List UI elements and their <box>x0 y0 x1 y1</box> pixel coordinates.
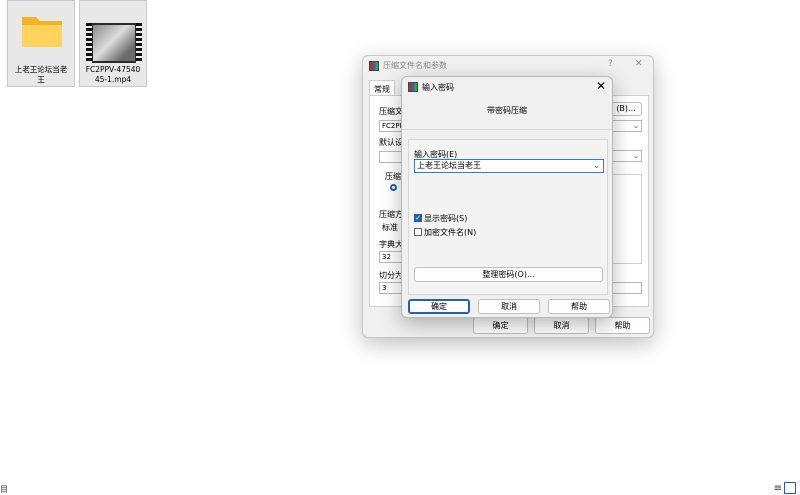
desktop-folder-label: 上老王论坛当老王 <box>14 65 68 84</box>
organize-passwords-button[interactable]: 整理密码(O)... <box>414 267 603 282</box>
close-icon[interactable]: ✕ <box>596 79 606 93</box>
back-ok-button[interactable]: 确定 <box>473 317 528 334</box>
default-settings-label: 默认设 <box>379 138 403 147</box>
cancel-button[interactable]: 取消 <box>478 299 540 314</box>
password-dialog-title: 输入密码 <box>422 83 454 92</box>
list-view-icon[interactable]: ≡ <box>774 483 782 494</box>
chevron-down-icon: ⌄ <box>633 152 639 160</box>
tile-view-icon[interactable] <box>784 482 796 494</box>
folder-icon <box>22 17 62 47</box>
show-password-label[interactable]: 显示密码(S) <box>424 213 467 224</box>
chevron-down-icon[interactable]: ⌄ <box>593 160 600 172</box>
divider <box>402 129 612 130</box>
ok-button[interactable]: 确定 <box>408 299 470 314</box>
archive-name-dropdown-right[interactable]: ⌄ <box>610 120 642 132</box>
split-label: 切分为 <box>379 271 403 280</box>
chevron-down-icon: ⌄ <box>633 122 639 130</box>
winrar-app-icon <box>369 61 379 71</box>
dictionary-label: 字典大 <box>379 240 403 249</box>
password-dialog-subtitle: 带密码压缩 <box>487 106 527 115</box>
method-value[interactable]: 标准 <box>382 222 398 233</box>
desktop-video-item[interactable]: FC2PPV-4754045-1.mp4 <box>79 0 147 87</box>
winrar-app-icon <box>408 82 418 92</box>
update-mode-dropdown[interactable]: ⌄ <box>610 150 642 162</box>
back-dialog-close-icon[interactable]: ✕ <box>635 59 643 69</box>
view-toggle[interactable]: ≡ <box>774 482 796 494</box>
desktop-folder-item[interactable]: 上老王论坛当老王 <box>7 0 75 87</box>
back-cancel-button[interactable]: 取消 <box>534 317 589 334</box>
method-label: 压缩方 <box>379 210 403 219</box>
options-groupbox <box>610 174 642 264</box>
password-value: 上老王论坛当老王 <box>417 161 481 170</box>
encrypt-filenames-checkbox[interactable] <box>414 228 422 236</box>
back-dialog-help-icon[interactable]: ? <box>608 59 613 69</box>
format-radio-selected[interactable] <box>390 184 397 191</box>
desktop-video-label: FC2PPV-4754045-1.mp4 <box>85 65 141 84</box>
help-button[interactable]: 帮助 <box>548 299 610 314</box>
password-input[interactable]: 上老王论坛当老王 ⌄ <box>414 159 604 173</box>
back-dialog-title: 压缩文件名和参数 <box>383 61 447 70</box>
archive-name-label: 压缩文 <box>379 107 403 116</box>
bottom-left-fragment: 目 <box>0 485 8 494</box>
browse-button[interactable]: (B)... <box>610 102 642 116</box>
show-password-checkbox[interactable]: ✓ <box>414 214 422 222</box>
back-help-button[interactable]: 帮助 <box>595 317 650 334</box>
split-unit-field[interactable] <box>610 282 642 294</box>
password-dialog: 输入密码 ✕ 带密码压缩 输入密码(E) 上老王论坛当老王 ⌄ ✓ 显示密码(S… <box>401 76 613 318</box>
video-thumbnail <box>86 23 142 63</box>
encrypt-filenames-label[interactable]: 加密文件名(N) <box>424 227 476 238</box>
back-dialog-titlebar: 压缩文件名和参数 ? ✕ <box>363 56 653 76</box>
